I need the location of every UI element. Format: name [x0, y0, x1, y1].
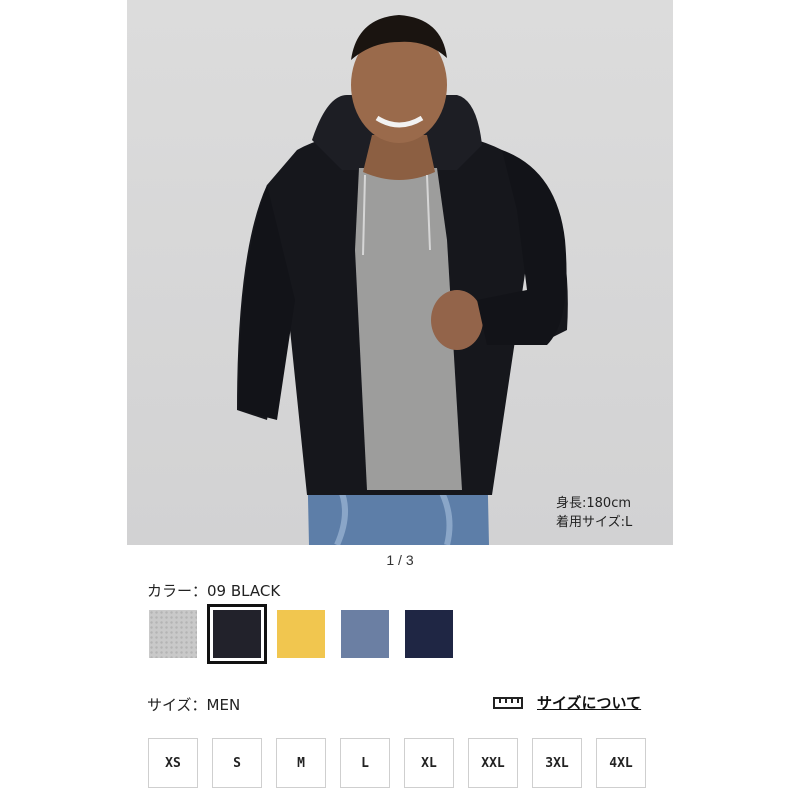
size-label: サイズ：MEN: [147, 696, 241, 714]
size-option-s[interactable]: S: [212, 738, 262, 788]
swatch-yellow[interactable]: [277, 610, 325, 658]
size-option-xs[interactable]: XS: [148, 738, 198, 788]
size-option-xxl[interactable]: XXL: [468, 738, 518, 788]
model-info: 身長:180cm 着用サイズ:L: [556, 494, 632, 532]
size-option-4xl[interactable]: 4XL: [596, 738, 646, 788]
product-photo-illustration: [237, 15, 568, 545]
size-guide-link[interactable]: サイズについて: [493, 692, 641, 713]
model-size: 着用サイズ:L: [556, 515, 633, 530]
product-image[interactable]: 身長:180cm 着用サイズ:L: [127, 0, 673, 545]
swatch-blue[interactable]: [341, 610, 389, 658]
size-option-xl[interactable]: XL: [404, 738, 454, 788]
model-height: 身長:180cm: [556, 496, 632, 511]
size-option-3xl[interactable]: 3XL: [532, 738, 582, 788]
size-option-m[interactable]: M: [276, 738, 326, 788]
swatch-black[interactable]: [207, 604, 267, 664]
ruler-icon: [493, 696, 523, 709]
swatch-navy[interactable]: [405, 610, 453, 658]
swatch-gray[interactable]: [149, 610, 197, 658]
image-pager: 1 / 3: [386, 552, 414, 568]
size-option-l[interactable]: L: [340, 738, 390, 788]
size-guide-label: サイズについて: [537, 694, 642, 712]
color-label: カラー：09 BLACK: [147, 582, 281, 600]
